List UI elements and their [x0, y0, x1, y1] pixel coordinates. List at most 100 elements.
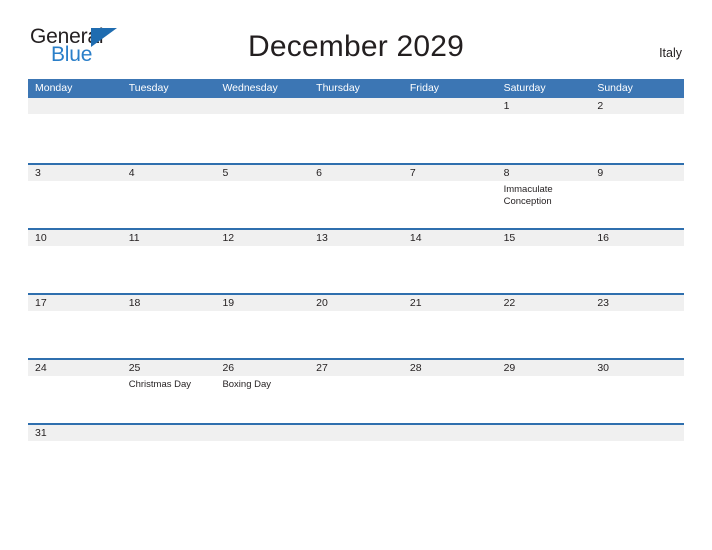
day-number-band: [309, 425, 403, 441]
weekday-header-monday: Monday: [35, 82, 73, 94]
calendar-day-cell[interactable]: 28: [402, 360, 497, 423]
calendar-day-cell[interactable]: 26 Boxing Day: [215, 360, 310, 423]
calendar-week-row: 31: [28, 423, 685, 446]
calendar-day-cell[interactable]: 2: [590, 98, 685, 163]
calendar-day-cell[interactable]: 30: [590, 360, 685, 423]
day-number: 1: [503, 100, 510, 112]
weekday-header-row: Monday Tuesday Wednesday Thursday Friday Satu…: [28, 79, 684, 98]
calendar-day-cell[interactable]: 23: [590, 295, 685, 358]
calendar-day-cell-empty: [590, 425, 685, 446]
day-number: 19: [222, 297, 235, 309]
day-number-band: [496, 98, 591, 114]
calendar-day-cell[interactable]: 29: [496, 360, 591, 423]
calendar-day-cell[interactable]: 27: [309, 360, 403, 423]
day-number: 18: [128, 297, 141, 309]
calendar-week-row: 3 4 5 6 7 8 Immaculate Conception 9: [28, 163, 685, 228]
calendar-day-cell[interactable]: 10: [28, 230, 122, 293]
weekday-header-thursday: Thursday: [316, 82, 360, 94]
day-number-band: [28, 165, 122, 181]
calendar-day-cell-empty: [309, 98, 403, 163]
calendar-day-cell[interactable]: 16: [590, 230, 685, 293]
calendar-day-cell[interactable]: 12: [215, 230, 310, 293]
calendar-day-cell[interactable]: 13: [309, 230, 403, 293]
day-number-band: [590, 98, 685, 114]
day-number: 9: [597, 167, 604, 179]
day-number-band: [215, 165, 310, 181]
weekday-header-wednesday: Wednesday: [222, 82, 278, 94]
day-number: 16: [597, 232, 609, 244]
calendar-day-cell-empty: [121, 98, 216, 163]
calendar-day-cell[interactable]: 21: [402, 295, 497, 358]
calendar-day-cell[interactable]: 22: [496, 295, 591, 358]
calendar-day-cell[interactable]: 4: [121, 165, 216, 228]
calendar-day-cell-empty: [215, 98, 310, 163]
page-title: December 2029: [247, 30, 465, 63]
day-number: 27: [316, 362, 328, 374]
day-number: 4: [128, 167, 135, 179]
calendar-week-row: 17 18 19 20 21 22 23: [28, 293, 685, 358]
day-number: 28: [409, 362, 422, 374]
day-number-band: [402, 98, 497, 114]
day-number-band: [215, 98, 310, 114]
day-number: 24: [35, 362, 47, 374]
day-number: 30: [597, 362, 609, 374]
calendar-day-cell[interactable]: 18: [121, 295, 216, 358]
holiday-label: Immaculate Conception: [503, 184, 553, 207]
calendar-day-cell[interactable]: 31: [28, 425, 122, 446]
day-number: 23: [597, 297, 609, 309]
day-number-band: [28, 98, 122, 114]
day-number: 5: [222, 167, 229, 179]
calendar-day-cell[interactable]: 14: [402, 230, 497, 293]
day-number: 22: [503, 297, 516, 309]
page-header: General Blue December 2029 Italy: [0, 0, 712, 65]
weekday-header-friday: Friday: [409, 82, 440, 94]
calendar-day-cell[interactable]: 5: [215, 165, 310, 228]
calendar-day-cell[interactable]: 24: [28, 360, 122, 423]
day-number-band: [496, 165, 591, 181]
day-number: 8: [503, 167, 510, 179]
day-number: 7: [409, 167, 416, 179]
day-events: Boxing Day: [215, 376, 309, 391]
calendar-day-cell[interactable]: 17: [28, 295, 122, 358]
calendar-day-cell-empty: [402, 98, 497, 163]
weekday-header-sunday: Sunday: [597, 82, 633, 94]
day-events: Christmas Day: [122, 376, 216, 391]
calendar-day-cell[interactable]: 11: [121, 230, 216, 293]
calendar-day-cell-empty: [121, 425, 216, 446]
calendar-day-cell[interactable]: 9: [590, 165, 685, 228]
day-number: 2: [597, 100, 604, 112]
day-number-band: [309, 165, 403, 181]
day-number: 31: [35, 427, 47, 439]
day-number: 20: [316, 297, 328, 309]
day-number-band: [121, 425, 216, 441]
calendar-day-cell[interactable]: 20: [309, 295, 403, 358]
calendar-day-cell[interactable]: 19: [215, 295, 310, 358]
calendar-day-cell-empty: [309, 425, 403, 446]
day-number-band: [590, 425, 685, 441]
day-number: 17: [35, 297, 47, 309]
calendar-day-cell[interactable]: 7: [402, 165, 497, 228]
weekday-header-tuesday: Tuesday: [128, 82, 169, 94]
day-number-band: [590, 165, 685, 181]
day-number: 21: [409, 297, 422, 309]
day-number-band: [215, 425, 310, 441]
calendar-day-cell-empty: [496, 425, 591, 446]
day-number: 26: [222, 362, 235, 374]
day-number: 12: [222, 232, 235, 244]
holiday-label: Boxing Day: [222, 379, 272, 390]
calendar-day-cell[interactable]: 15: [496, 230, 591, 293]
day-number: 3: [35, 167, 41, 179]
calendar-day-cell[interactable]: 25 Christmas Day: [121, 360, 216, 423]
day-number: 6: [316, 167, 322, 179]
calendar-day-cell[interactable]: 8 Immaculate Conception: [496, 165, 591, 228]
calendar-day-cell[interactable]: 6: [309, 165, 403, 228]
calendar-day-cell-empty: [215, 425, 310, 446]
calendar-day-cell[interactable]: 3: [28, 165, 122, 228]
calendar-day-cell-empty: [402, 425, 497, 446]
weekday-header-saturday: Saturday: [503, 82, 546, 94]
day-number-band: [121, 165, 216, 181]
country-label: Italy: [659, 46, 682, 60]
calendar-day-cell[interactable]: 1: [496, 98, 591, 163]
calendar-week-row: 12: [28, 98, 685, 163]
holiday-label: Christmas Day: [128, 379, 192, 390]
